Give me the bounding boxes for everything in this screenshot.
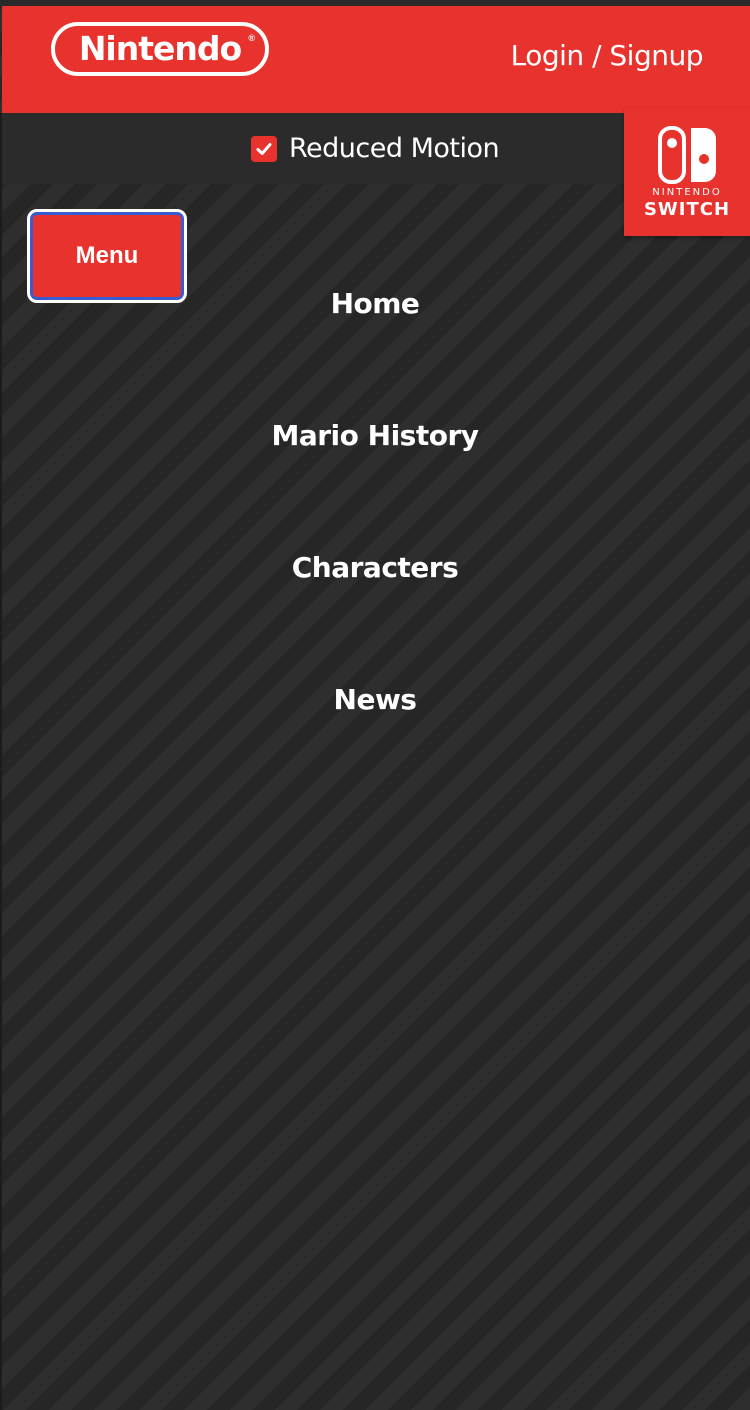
nav-item-mario-history[interactable]: Mario History bbox=[0, 422, 750, 450]
nav-item-news[interactable]: News bbox=[0, 686, 750, 714]
switch-console-icon bbox=[658, 126, 716, 184]
nav-item-home[interactable]: Home bbox=[0, 290, 750, 318]
switch-badge-big-text: SWITCH bbox=[643, 199, 731, 220]
reduced-motion-label: Reduced Motion bbox=[289, 133, 500, 164]
checkmark-icon bbox=[256, 142, 272, 155]
registered-mark: ® bbox=[248, 33, 255, 43]
reduced-motion-checkbox[interactable] bbox=[251, 135, 277, 162]
logo-text: Nintendo bbox=[78, 28, 242, 68]
nintendo-logo[interactable]: Nintendo ® bbox=[51, 22, 269, 76]
menu-button-label: Menu bbox=[75, 242, 139, 269]
login-signup-link[interactable]: Login / Signup bbox=[511, 42, 704, 70]
nav-item-characters[interactable]: Characters bbox=[0, 554, 750, 582]
menu-button[interactable]: Menu bbox=[27, 209, 187, 303]
nintendo-switch-badge[interactable]: NINTENDO SWITCH bbox=[624, 108, 750, 236]
site-header: Nintendo ® Login / Signup bbox=[2, 6, 750, 113]
switch-badge-small-text: NINTENDO bbox=[652, 187, 722, 198]
reduced-motion-toggle[interactable]: Reduced Motion bbox=[251, 133, 500, 164]
